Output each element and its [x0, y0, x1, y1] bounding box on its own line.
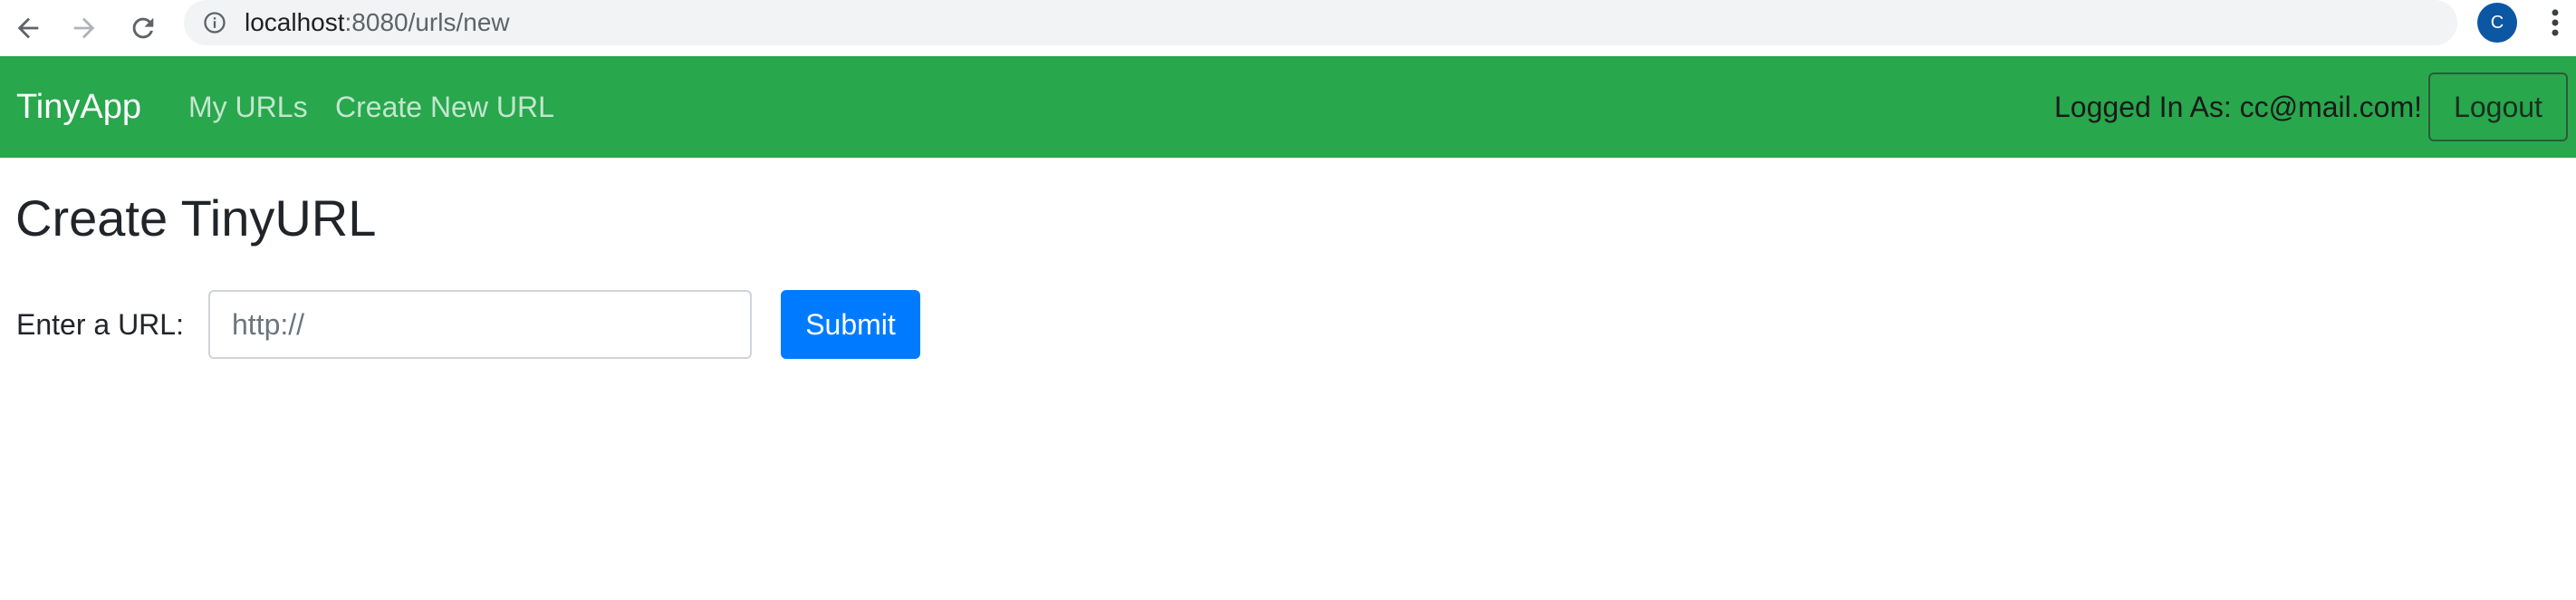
reload-button[interactable] — [120, 5, 166, 51]
arrow-left-icon — [17, 17, 39, 39]
url-host: localhost — [245, 8, 345, 36]
submit-button[interactable]: Submit — [781, 290, 920, 359]
browser-toolbar: localhost:8080/urls/new C — [0, 0, 2576, 56]
forward-button[interactable] — [62, 5, 107, 51]
kebab-menu-icon[interactable] — [2542, 5, 2569, 40]
long-url-input[interactable] — [208, 290, 752, 359]
logged-in-status: Logged In As: cc@mail.com! — [2054, 91, 2422, 123]
url-path: :8080/urls/new — [344, 8, 510, 36]
page-title: Create TinyURL — [15, 189, 377, 247]
nav-link-my-urls[interactable]: My URLs — [188, 56, 308, 158]
brand-link[interactable]: TinyApp — [16, 56, 141, 158]
info-icon[interactable] — [202, 10, 227, 35]
profile-avatar[interactable]: C — [2477, 3, 2517, 43]
nav-link-create-new-url[interactable]: Create New URL — [335, 56, 554, 158]
address-bar[interactable]: localhost:8080/urls/new — [184, 0, 2457, 45]
create-url-form: Enter a URL: Submit — [0, 290, 2576, 359]
url-text[interactable]: localhost:8080/urls/new — [245, 0, 510, 45]
reload-icon — [132, 17, 154, 39]
app-navbar: TinyApp My URLs Create New URL Logged In… — [0, 56, 2576, 158]
back-button[interactable] — [5, 5, 51, 51]
arrow-right-icon — [73, 17, 95, 39]
url-input-label: Enter a URL: — [16, 308, 184, 341]
logout-button[interactable]: Logout — [2428, 73, 2568, 141]
